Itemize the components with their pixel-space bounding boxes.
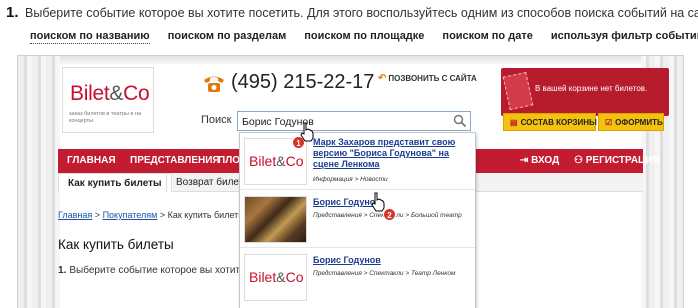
suggestion-item[interactable]: Bilet&Co Марк Захаров представит свою ве… — [240, 133, 475, 190]
breadcrumb-current: Как купить билеты — [167, 210, 245, 220]
cart-contents-label: СОСТАВ КОРЗИНЫ — [520, 118, 597, 127]
tab-by-filter[interactable]: используя фильтр событий — [551, 30, 698, 44]
site-logo[interactable]: Bilet&Co заказ билетов в театры и на кон… — [62, 67, 154, 133]
ticket-icon — [502, 71, 534, 111]
step-text: Выберите событие которое вы хотите посет… — [25, 6, 698, 20]
phone-number: (495) 215-22-17 — [231, 71, 375, 93]
hand-cursor-icon — [300, 122, 314, 142]
nav-register[interactable]: ⚇ РЕГИСТРАЦИЯ — [574, 155, 660, 166]
logo-bilet: Bilet — [70, 82, 110, 105]
instruction-step: 1. Выберите событие которое вы хотите по… — [6, 4, 698, 21]
suggestion-item[interactable]: Борис Годунов Представления > Спектакли … — [240, 191, 475, 248]
nav-main[interactable]: ГЛАВНАЯ — [67, 155, 116, 166]
nav-login[interactable]: ⇥ ВХОД — [520, 155, 559, 166]
check-icon: ☑ — [605, 118, 613, 127]
breadcrumb: Главная > Покупателям > Как купить билет… — [58, 210, 245, 220]
step-marker-2: 2 — [383, 208, 396, 221]
nav-shows[interactable]: ПРЕДСТАВЛЕНИЯ — [130, 155, 220, 166]
search-method-tabs: поиском по названию поиском по разделам … — [30, 30, 698, 44]
breadcrumb-buyers[interactable]: Покупателям — [103, 210, 158, 220]
checkout-label: ОФОРМИТЬ — [615, 118, 663, 127]
search-icon[interactable] — [453, 114, 467, 128]
cart-panel: В вашей корзине нет билетов. — [501, 68, 669, 116]
logo-tagline: заказ билетов в театры и на концерты — [69, 111, 142, 124]
cart-status: В вашей корзине нет билетов. — [535, 84, 648, 93]
suggestion-title[interactable]: Марк Захаров представит свою версию "Бор… — [313, 137, 468, 170]
top-drape — [18, 56, 683, 64]
tab-by-name[interactable]: поиском по названию — [30, 30, 150, 44]
curtain-left — [18, 56, 60, 308]
suggestion-thumb-logo: Bilet&Co — [244, 254, 307, 301]
search-suggestions: Bilet&Co Марк Захаров представит свою ве… — [239, 132, 476, 308]
hand-cursor-icon — [371, 192, 385, 212]
callback-link[interactable]: ПОЗВОНИТЬ С САЙТА — [378, 73, 476, 84]
subnav-how-to-buy[interactable]: Как купить билеты — [58, 173, 172, 192]
site-screenshot: Bilet&Co заказ билетов в театры и на кон… — [17, 55, 684, 308]
suggestion-meta: Информация > Новости — [313, 176, 388, 183]
suggestion-thumb-photo — [244, 196, 307, 243]
nav-register-label: РЕГИСТРАЦИЯ — [585, 155, 660, 166]
phone-icon — [204, 76, 224, 92]
nav-login-label: ВХОД — [531, 155, 560, 166]
register-icon: ⚇ — [574, 155, 586, 166]
suggestion-title[interactable]: Борис Годунов — [313, 197, 468, 208]
step-number: 1. — [6, 4, 19, 21]
search-label: Поиск — [201, 114, 232, 126]
cart-contents-button[interactable]: ▤ СОСТАВ КОРЗИНЫ — [503, 113, 597, 131]
tab-by-venue[interactable]: поиском по площадке — [304, 30, 424, 44]
breadcrumb-separator: > — [159, 210, 166, 220]
logo-amp: & — [109, 82, 124, 105]
breadcrumb-separator: > — [94, 210, 101, 220]
page-title: Как купить билеты — [58, 237, 174, 252]
login-icon: ⇥ — [520, 155, 532, 166]
tab-by-date[interactable]: поиском по дате — [442, 30, 532, 44]
checkout-button[interactable]: ☑ ОФОРМИТЬ — [598, 113, 664, 131]
instruction-figure: 1. Выберите событие которое вы хотите по… — [0, 0, 698, 308]
cart-icon: ▤ — [510, 118, 518, 127]
search-input[interactable] — [242, 114, 452, 129]
breadcrumb-home[interactable]: Главная — [58, 210, 92, 220]
suggestion-title[interactable]: Борис Годунов — [313, 255, 468, 266]
search-field[interactable] — [237, 111, 471, 131]
suggestion-meta: Представления > Спектакли > Театр Ленком — [313, 270, 456, 277]
logo-co: Co — [123, 82, 150, 105]
suggestion-item[interactable]: Bilet&Co Борис Годунов Представления > С… — [240, 249, 475, 306]
body-number: 1. — [58, 265, 67, 276]
tab-by-section[interactable]: поиском по разделам — [168, 30, 287, 44]
